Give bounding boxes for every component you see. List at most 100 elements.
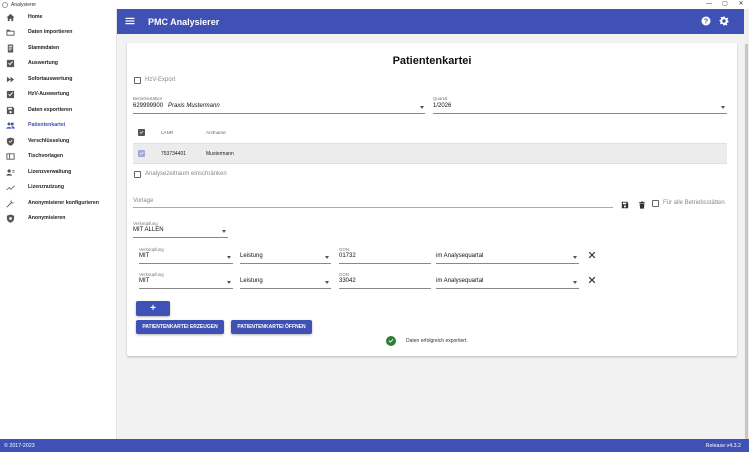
sidebar-item-anonymisieren[interactable]: Anonymisieren <box>0 211 116 227</box>
check-square-icon <box>6 90 15 99</box>
sidebar-item-stammdaten[interactable]: Stammdaten <box>0 40 116 56</box>
hzv-export-checkbox[interactable] <box>134 77 141 84</box>
condition-gon-input[interactable]: 33042 <box>339 277 431 289</box>
menu-icon[interactable] <box>125 16 135 26</box>
wrench-icon <box>6 199 15 208</box>
condition-typ-select[interactable]: Leistung <box>240 252 331 264</box>
sidebar-item-anonymisierer-konfigurieren[interactable]: Anonymisierer konfigurieren <box>0 195 116 211</box>
condition-row: Verknüpfung MIT Leistung GON 01732 im An… <box>139 247 604 267</box>
field-underline <box>339 288 431 289</box>
sidebar-item-label: Tischvorlagen <box>28 153 64 160</box>
chevron-down-icon <box>721 106 725 109</box>
remove-condition-icon[interactable] <box>588 251 596 259</box>
cell-lanr: 753734401 <box>161 151 187 157</box>
svg-text:?: ? <box>704 19 708 26</box>
field-underline <box>433 113 727 114</box>
sidebar-item-label: Lizenzverwaltung <box>28 168 72 175</box>
condition-zeitraum-select[interactable]: im Analysequartal <box>436 252 579 264</box>
remove-condition-icon[interactable] <box>588 276 596 284</box>
field-underline <box>139 263 233 264</box>
chevron-down-icon <box>227 281 231 284</box>
condition-gon-input[interactable]: 01732 <box>339 252 431 264</box>
condition-verknuepfung-select[interactable]: MIT <box>139 252 233 264</box>
analysezeitraum-label: Analysezeitraum einschränken <box>145 171 227 177</box>
people-icon <box>6 121 15 130</box>
vertical-scrollbar[interactable] <box>744 9 749 439</box>
sidebar-item-verschluesselung[interactable]: Verschlüsselung <box>0 133 116 149</box>
sidebar-item-daten-importieren[interactable]: Daten importieren <box>0 25 116 41</box>
analysezeitraum-checkbox[interactable] <box>134 171 141 178</box>
sidebar-item-label: Verschlüsselung <box>28 137 70 144</box>
sidebar-item-sofortauswertung[interactable]: Sofortauswertung <box>0 71 116 87</box>
field-underline <box>436 288 579 289</box>
patientenkartei-oeffnen-button[interactable]: PATIENTENKARTEI ÖFFNEN <box>231 320 312 334</box>
verknuepfung-main-select[interactable]: MIT ALLEN <box>133 226 228 238</box>
delete-icon[interactable] <box>638 201 646 209</box>
sidebar-item-home[interactable]: Home <box>0 9 116 25</box>
field-underline <box>339 263 431 264</box>
chevron-down-icon <box>573 281 577 284</box>
field-underline <box>139 288 233 289</box>
window-controls: — ▢ ✕ <box>701 0 749 9</box>
success-check-icon <box>386 336 396 346</box>
hzv-export-label: HzV-Export <box>145 77 176 83</box>
sidebar-item-auswertung[interactable]: Auswertung <box>0 56 116 72</box>
cell-arztname: Mustermann <box>206 151 234 157</box>
page-title: Patientenkartei <box>392 55 472 67</box>
row-checkbox[interactable] <box>138 150 145 157</box>
maximize-button[interactable]: ▢ <box>717 0 733 9</box>
panel-icon <box>6 152 15 161</box>
chevron-down-icon <box>420 106 424 109</box>
field-underline <box>240 288 331 289</box>
sidebar-item-patientenkartei[interactable]: Patientenkartei <box>0 118 116 134</box>
column-header-lanr: LANR <box>161 130 174 135</box>
betriebsstaetten-select[interactable]: 629999900 Praxis Mustermann <box>133 102 425 114</box>
condition-gon-value: 33042 <box>339 278 356 284</box>
sidebar-item-label: Auswertung <box>28 60 58 67</box>
sidebar-item-hzv-auswertung[interactable]: HzV-Auswertung <box>0 87 116 103</box>
sidebar-item-label: Anonymisierer konfigurieren <box>28 199 99 206</box>
check-square-icon <box>6 59 15 68</box>
betriebsstaetten-label: Betriebsstätten <box>133 96 163 101</box>
sidebar-item-label: Patientenkartei <box>28 122 66 129</box>
vorlage-placeholder: Vorlage <box>133 198 154 204</box>
chevron-down-icon <box>325 281 329 284</box>
sidebar-item-label: Anonymisieren <box>28 215 66 222</box>
quartal-select[interactable]: 1/2026 <box>433 102 727 114</box>
release-text: Release v4.3.2 <box>705 443 741 449</box>
sidebar-item-daten-exportieren[interactable]: Daten exportieren <box>0 102 116 118</box>
sidebar-item-tischvorlagen[interactable]: Tischvorlagen <box>0 149 116 165</box>
help-icon[interactable]: ? <box>701 16 711 26</box>
sidebar-item-lizenzverwaltung[interactable]: Lizenzverwaltung <box>0 164 116 180</box>
betriebsstaetten-id: 629999900 <box>133 103 164 109</box>
save-icon[interactable] <box>621 201 629 209</box>
condition-verknuepfung-select[interactable]: MIT <box>139 277 233 289</box>
sidebar-item-lizenznutzung[interactable]: Lizenznutzung <box>0 180 116 196</box>
arzt-table-header: LANR Arztname <box>133 124 727 144</box>
gear-icon[interactable] <box>719 16 729 26</box>
sidebar-item-label: Lizenznutzung <box>28 184 65 191</box>
shield-gear-icon <box>6 214 15 223</box>
quartal-label: Quartal <box>433 96 448 101</box>
minimize-button[interactable]: — <box>701 0 717 9</box>
condition-verknuepfung-value: MIT <box>139 278 150 284</box>
footer: © 2017-2023 Release v4.3.2 <box>0 439 749 452</box>
close-window-button[interactable]: ✕ <box>733 0 749 9</box>
condition-zeitraum-value: im Analysequartal <box>436 278 484 284</box>
vorlage-input[interactable]: Vorlage <box>133 196 613 208</box>
document-icon <box>6 43 15 53</box>
sidebar-item-label: Home <box>28 13 43 20</box>
add-condition-button[interactable]: + <box>136 301 170 316</box>
patientenkartei-card: Patientenkartei HzV-Export Betriebsstätt… <box>127 43 737 356</box>
table-row[interactable]: 753734401 Mustermann <box>133 144 727 164</box>
scrollbar-thumb[interactable] <box>745 44 748 439</box>
sidebar-item-label: Daten importieren <box>28 29 73 36</box>
condition-typ-value: Leistung <box>240 253 263 259</box>
condition-zeitraum-select[interactable]: im Analysequartal <box>436 277 579 289</box>
condition-zeitraum-value: im Analysequartal <box>436 253 484 259</box>
patientenkartei-erzeugen-button[interactable]: PATIENTENKARTEI ERZEUGEN <box>136 320 224 334</box>
condition-typ-select[interactable]: Leistung <box>240 277 331 289</box>
select-all-checkbox[interactable] <box>138 129 145 136</box>
alle-betriebsstaetten-checkbox[interactable] <box>652 200 659 207</box>
save-icon <box>6 106 15 115</box>
